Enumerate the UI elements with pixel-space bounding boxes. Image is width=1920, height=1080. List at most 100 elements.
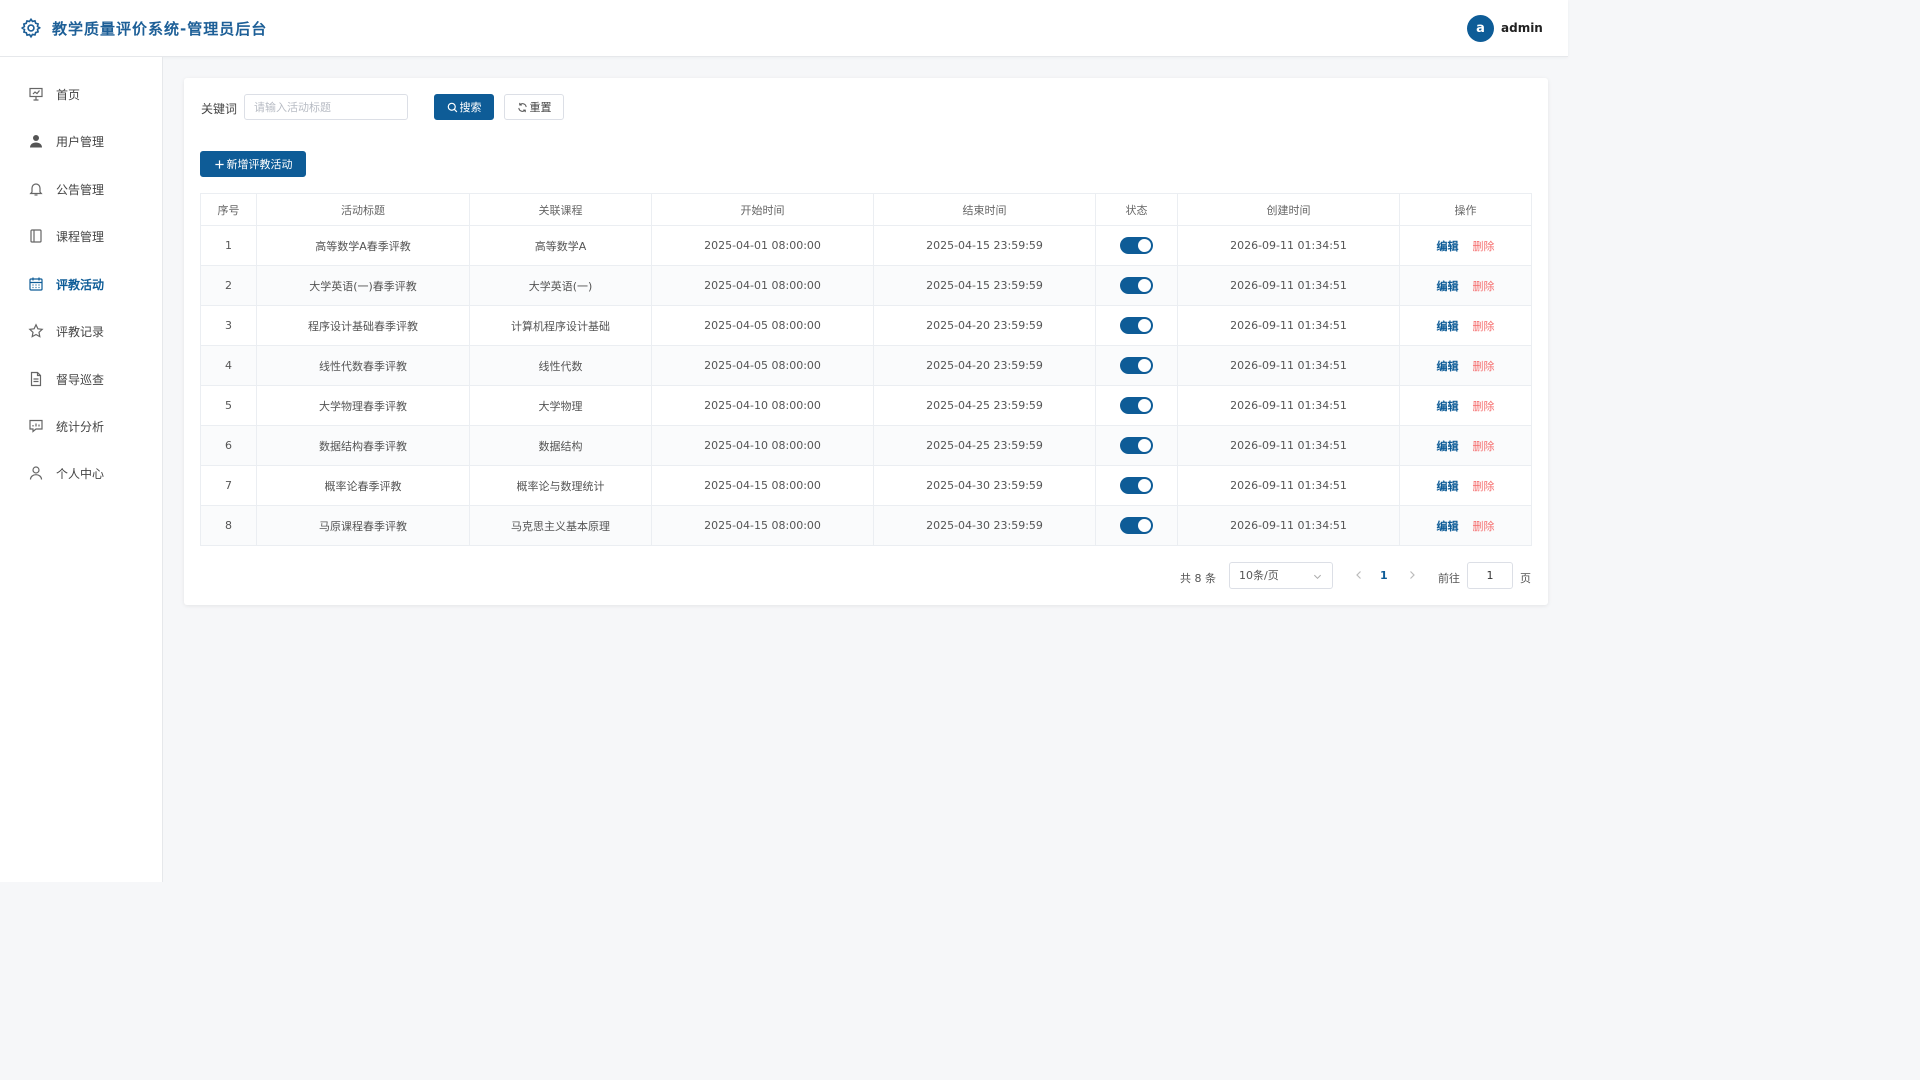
cell-status <box>1095 385 1178 426</box>
sidebar-item-profile[interactable]: 个人中心 <box>0 453 162 493</box>
cell-title: 大学英语(一)春季评教 <box>256 265 470 306</box>
table-row: 7 概率论春季评教 概率论与数理统计 2025-04-15 08:00:00 2025-… <box>200 465 1532 506</box>
add-activity-label: 新增评教活动 <box>226 158 293 171</box>
cell-actions: 编辑 删除 <box>1399 425 1532 466</box>
sidebar-item-courses[interactable]: 课程管理 <box>0 216 162 256</box>
cell-course: 概率论与数理统计 <box>469 465 652 506</box>
cell-created-time: 2026-09-11 01:34:51 <box>1177 305 1400 346</box>
sidebar-item-label: 个人中心 <box>56 467 105 481</box>
sidebar-item-evaluation-activities[interactable]: 评教活动 <box>0 264 162 304</box>
sidebar-item-label: 督导巡查 <box>56 373 105 387</box>
status-toggle[interactable] <box>1120 317 1153 334</box>
next-page-icon[interactable] <box>1404 567 1420 583</box>
keyword-label: 关键词 <box>201 102 238 116</box>
table-row: 2 大学英语(一)春季评教 大学英语(一) 2025-04-01 08:00:00 20… <box>200 265 1532 306</box>
column-header-start-time: 开始时间 <box>651 193 874 226</box>
sidebar-item-home[interactable]: 首页 <box>0 74 162 114</box>
cell-actions: 编辑 删除 <box>1399 305 1532 346</box>
cell-created-time: 2026-09-11 01:34:51 <box>1177 425 1400 466</box>
page-size-select[interactable]: 10条/页 <box>1229 562 1333 589</box>
cell-actions: 编辑 删除 <box>1399 385 1532 426</box>
cell-status <box>1095 465 1178 506</box>
page-number-current[interactable]: 1 <box>1380 569 1388 582</box>
reset-button[interactable]: 重置 <box>504 94 564 120</box>
bell-icon <box>29 183 43 196</box>
table-row: 3 程序设计基础春季评教 计算机程序设计基础 2025-04-05 08:00:00 2… <box>200 305 1532 346</box>
status-toggle[interactable] <box>1120 277 1153 294</box>
table-row: 1 高等数学A春季评教 高等数学A 2025-04-01 08:00:00 2025-0… <box>200 225 1532 266</box>
status-toggle[interactable] <box>1120 357 1153 374</box>
column-header-created-time: 创建时间 <box>1177 193 1400 226</box>
toggle-knob <box>1138 319 1151 332</box>
edit-link[interactable]: 编辑 <box>1437 360 1459 373</box>
cell-actions: 编辑 删除 <box>1399 265 1532 306</box>
cell-course: 高等数学A <box>469 225 652 266</box>
refresh-icon <box>517 102 527 112</box>
search-button[interactable]: 搜索 <box>434 94 494 120</box>
cell-status <box>1095 305 1178 346</box>
goto-suffix: 页 <box>1520 572 1531 585</box>
cell-actions: 编辑 删除 <box>1399 505 1532 546</box>
toggle-knob <box>1138 479 1151 492</box>
table-row: 5 大学物理春季评教 大学物理 2025-04-10 08:00:00 2025-04-… <box>200 385 1532 426</box>
sidebar-item-users[interactable]: 用户管理 <box>0 121 162 161</box>
main-card: 关键词 搜索 重置 新增评教活动 序号 活动标题 关联课程 开始时间 结束时间 … <box>184 78 1548 605</box>
edit-link[interactable]: 编辑 <box>1437 320 1459 333</box>
delete-link[interactable]: 删除 <box>1473 320 1495 333</box>
cell-title: 马原课程春季评教 <box>256 505 470 546</box>
status-toggle[interactable] <box>1120 237 1153 254</box>
delete-link[interactable]: 删除 <box>1473 280 1495 293</box>
cell-course: 线性代数 <box>469 345 652 386</box>
delete-link[interactable]: 删除 <box>1473 520 1495 533</box>
edit-link[interactable]: 编辑 <box>1437 520 1459 533</box>
delete-link[interactable]: 删除 <box>1473 480 1495 493</box>
status-toggle[interactable] <box>1120 477 1153 494</box>
delete-link[interactable]: 删除 <box>1473 400 1495 413</box>
status-toggle[interactable] <box>1120 517 1153 534</box>
status-toggle[interactable] <box>1120 397 1153 414</box>
edit-link[interactable]: 编辑 <box>1437 400 1459 413</box>
goto-page-input[interactable] <box>1467 562 1513 589</box>
sidebar-item-supervision[interactable]: 督导巡查 <box>0 359 162 399</box>
table-row: 6 数据结构春季评教 数据结构 2025-04-10 08:00:00 2025-04-… <box>200 425 1532 466</box>
delete-link[interactable]: 删除 <box>1473 440 1495 453</box>
sidebar-item-evaluation-records[interactable]: 评教记录 <box>0 311 162 351</box>
cell-course: 大学英语(一) <box>469 265 652 306</box>
table-header-row: 序号 活动标题 关联课程 开始时间 结束时间 状态 创建时间 操作 <box>200 193 1532 226</box>
sidebar-item-statistics[interactable]: 统计分析 <box>0 406 162 446</box>
table-row: 4 线性代数春季评教 线性代数 2025-04-05 08:00:00 2025-04-… <box>200 345 1532 386</box>
cell-title: 数据结构春季评教 <box>256 425 470 466</box>
delete-link[interactable]: 删除 <box>1473 360 1495 373</box>
cell-end-time: 2025-04-25 23:59:59 <box>873 385 1096 426</box>
chat-chart-icon <box>29 419 43 433</box>
cell-start-time: 2025-04-01 08:00:00 <box>651 225 874 266</box>
cell-end-time: 2025-04-15 23:59:59 <box>873 265 1096 306</box>
add-activity-button[interactable]: 新增评教活动 <box>200 151 306 177</box>
toggle-knob <box>1138 239 1151 252</box>
prev-page-icon[interactable] <box>1351 567 1367 583</box>
edit-link[interactable]: 编辑 <box>1437 280 1459 293</box>
cell-start-time: 2025-04-05 08:00:00 <box>651 305 874 346</box>
cell-title: 高等数学A春季评教 <box>256 225 470 266</box>
toggle-knob <box>1138 399 1151 412</box>
cell-index: 3 <box>200 305 257 346</box>
edit-link[interactable]: 编辑 <box>1437 480 1459 493</box>
sidebar-item-label: 评教记录 <box>56 325 105 339</box>
cell-end-time: 2025-04-15 23:59:59 <box>873 225 1096 266</box>
gear-icon <box>20 17 42 39</box>
avatar[interactable]: a <box>1467 15 1494 42</box>
goto-prefix: 前往 <box>1438 572 1460 585</box>
user-icon <box>30 135 42 148</box>
notebook-icon <box>30 229 42 243</box>
cell-course: 大学物理 <box>469 385 652 426</box>
cell-created-time: 2026-09-11 01:34:51 <box>1177 265 1400 306</box>
keyword-input[interactable] <box>244 94 408 120</box>
sidebar-item-announcements[interactable]: 公告管理 <box>0 169 162 209</box>
toggle-knob <box>1138 359 1151 372</box>
edit-link[interactable]: 编辑 <box>1437 240 1459 253</box>
status-toggle[interactable] <box>1120 437 1153 454</box>
username[interactable]: admin <box>1501 21 1543 35</box>
delete-link[interactable]: 删除 <box>1473 240 1495 253</box>
cell-actions: 编辑 删除 <box>1399 225 1532 266</box>
edit-link[interactable]: 编辑 <box>1437 440 1459 453</box>
